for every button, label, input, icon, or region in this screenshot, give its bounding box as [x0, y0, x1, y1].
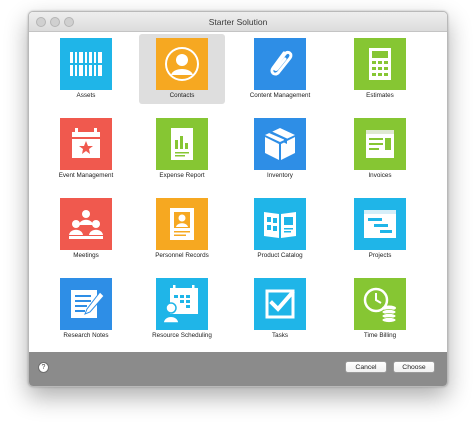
dialog-footer: ? Cancel Choose [29, 352, 447, 386]
solution-tile-product-catalog[interactable]: Product Catalog [237, 194, 323, 264]
solution-tile-contacts[interactable]: Contacts [139, 34, 225, 104]
cancel-button[interactable]: Cancel [345, 361, 387, 373]
window-title: Starter Solution [208, 17, 268, 27]
solution-label: Contacts [169, 92, 195, 99]
solution-tile-expense-report[interactable]: Expense Report [139, 114, 225, 184]
box-icon [254, 118, 306, 170]
catalog-icon [254, 198, 306, 250]
people-icon [60, 198, 112, 250]
starter-solution-window: Starter Solution Assets Contacts Content… [28, 11, 448, 387]
solution-label: Invoices [368, 172, 392, 179]
solution-tile-tasks[interactable]: Tasks [237, 274, 323, 344]
invoice-icon [354, 118, 406, 170]
solution-label: Tasks [271, 332, 289, 339]
solutions-grid: Assets Contacts Content Management Estim… [29, 32, 447, 352]
schedule-person-icon [156, 278, 208, 330]
help-button[interactable]: ? [38, 362, 49, 373]
person-icon [156, 38, 208, 90]
solution-tile-content-management[interactable]: Content Management [237, 34, 323, 104]
solution-tile-estimates[interactable]: Estimates [337, 34, 423, 104]
solution-tile-meetings[interactable]: Meetings [43, 194, 129, 264]
title-bar: Starter Solution [29, 12, 447, 32]
solution-tile-event-management[interactable]: Event Management [43, 114, 129, 184]
project-list-icon [354, 198, 406, 250]
notes-pencil-icon [60, 278, 112, 330]
solution-tile-inventory[interactable]: Inventory [237, 114, 323, 184]
solution-label: Expense Report [159, 172, 205, 179]
paperclip-icon [254, 38, 306, 90]
report-chart-icon [156, 118, 208, 170]
solution-label: Product Catalog [257, 252, 303, 259]
barcode-icon [60, 38, 112, 90]
solution-label: Content Management [249, 92, 311, 99]
solution-label: Estimates [366, 92, 394, 99]
clock-coins-icon [354, 278, 406, 330]
solution-label: Time Billing [363, 332, 397, 339]
solution-tile-resource-scheduling[interactable]: Resource Scheduling [139, 274, 225, 344]
calendar-star-icon [60, 118, 112, 170]
solution-tile-research-notes[interactable]: Research Notes [43, 274, 129, 344]
solution-label: Projects [368, 252, 392, 259]
solution-label: Personnel Records [155, 252, 209, 259]
solution-tile-personnel-records[interactable]: Personnel Records [139, 194, 225, 264]
solution-tile-assets[interactable]: Assets [43, 34, 129, 104]
solution-label: Resource Scheduling [152, 332, 212, 339]
calculator-icon [354, 38, 406, 90]
solution-tile-invoices[interactable]: Invoices [337, 114, 423, 184]
solution-tile-projects[interactable]: Projects [337, 194, 423, 264]
solution-label: Inventory [267, 172, 293, 179]
id-card-icon [156, 198, 208, 250]
choose-button[interactable]: Choose [393, 361, 435, 373]
solution-tile-time-billing[interactable]: Time Billing [337, 274, 423, 344]
checkmark-icon [254, 278, 306, 330]
